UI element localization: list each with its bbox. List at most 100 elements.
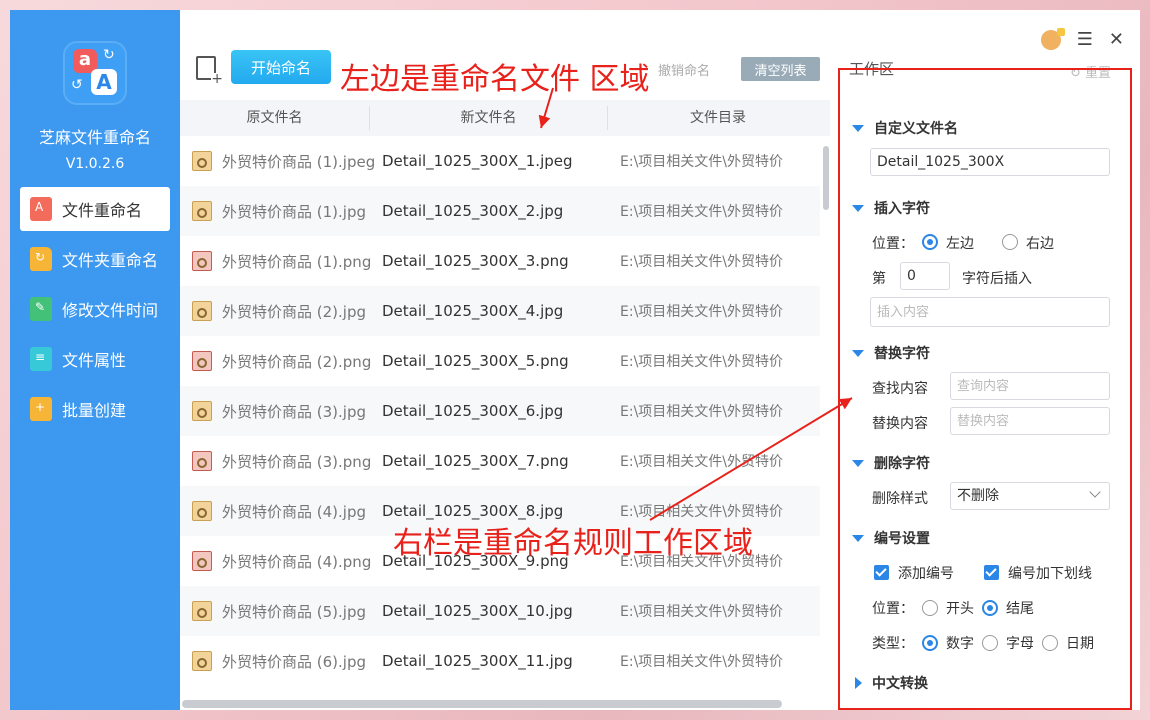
section-title: 自定义文件名 (874, 121, 958, 137)
undo-rename-button[interactable]: 撤销命名 (658, 60, 710, 79)
type-letter-radio[interactable] (982, 635, 998, 651)
section-replace[interactable]: 替换字符 (852, 343, 930, 363)
insert-content-input[interactable] (870, 297, 1110, 327)
file-directory: E:\项目相关文件\外贸特价 (620, 604, 783, 620)
number-end-radio[interactable] (982, 600, 998, 616)
sidebar-item-file-rename[interactable]: A 文件重命名 (20, 187, 170, 231)
sidebar-item-label: 文件重命名 (62, 201, 143, 220)
start-rename-button[interactable]: 开始命名 (231, 50, 331, 84)
app-name: 芝麻文件重命名 (38, 128, 151, 147)
file-list: 外贸特价商品 (1).jpeg Detail_1025_300X_1.jpeg E:… (180, 136, 820, 700)
jpg-file-icon (192, 501, 212, 521)
section-title: 中文转换 (872, 676, 928, 692)
app-version: V1.0.2.6 (65, 156, 125, 172)
new-filename: Detail_1025_300X_1.jpeg (382, 152, 573, 170)
replace-input[interactable] (950, 407, 1110, 435)
table-row[interactable]: 外贸特价商品 (6).jpg Detail_1025_300X_11.jpg E:\… (180, 636, 820, 686)
number-end-label: 结尾 (1006, 601, 1034, 617)
table-row[interactable]: 外贸特价商品 (2).png Detail_1025_300X_5.png E:\项… (180, 336, 820, 386)
table-row[interactable]: 外贸特价商品 (1).jpg Detail_1025_300X_2.jpg E:\项… (180, 186, 820, 236)
insert-position-input[interactable] (900, 262, 950, 290)
new-filename: Detail_1025_300X_5.png (382, 352, 569, 370)
original-filename: 外贸特价商品 (6).jpg (222, 652, 366, 671)
section-custom-name[interactable]: 自定义文件名 (852, 118, 958, 138)
table-row[interactable]: 外贸特价商品 (1).png Detail_1025_300X_3.png E:\项… (180, 236, 820, 286)
section-title: 替换字符 (874, 346, 930, 362)
section-title: 插入字符 (874, 201, 930, 217)
jpg-file-icon (192, 301, 212, 321)
delete-style-value: 不删除 (957, 488, 999, 504)
add-file-icon[interactable] (196, 56, 223, 85)
add-number-checkbox[interactable] (874, 565, 889, 580)
sidebar-item-file-time[interactable]: ✎ 修改文件时间 (20, 287, 170, 331)
file-time-icon: ✎ (30, 297, 52, 321)
new-filename: Detail_1025_300X_10.jpg (382, 602, 573, 620)
png-file-icon (192, 351, 212, 371)
section-title: 编号设置 (874, 531, 930, 547)
table-row[interactable]: 外贸特价商品 (5).jpg Detail_1025_300X_10.jpg E:\… (180, 586, 820, 636)
insert-nth-prefix: 第 (872, 271, 886, 287)
app-window: a ↻ A ↺ 芝麻文件重命名 V1.0.2.6 A 文件重命名 ↻ 文件夹重命名 … (10, 10, 1140, 710)
table-row[interactable]: 外贸特价商品 (3).png Detail_1025_300X_7.png E:\项… (180, 436, 820, 486)
jpg-file-icon (192, 401, 212, 421)
original-filename: 外贸特价商品 (4).jpg (222, 502, 366, 521)
expand-triangle-icon (852, 204, 864, 212)
annotation-right: 右栏是重命名规则工作区域 (393, 526, 753, 561)
find-label: 查找内容 (872, 381, 928, 397)
table-row[interactable]: 外贸特价商品 (1).jpeg Detail_1025_300X_1.jpeg E:… (180, 136, 820, 186)
section-chinese[interactable]: 中文转换 (852, 673, 928, 693)
original-filename: 外贸特价商品 (5).jpg (222, 602, 366, 621)
file-rename-icon: A (30, 197, 52, 221)
number-underline-checkbox[interactable] (984, 565, 999, 580)
close-icon[interactable]: ✕ (1109, 31, 1124, 49)
expand-triangle-icon (852, 124, 864, 132)
avatar[interactable] (1040, 28, 1065, 50)
original-filename: 外贸特价商品 (1).png (222, 252, 372, 271)
delete-style-select[interactable]: 不删除 (950, 482, 1110, 510)
table-row[interactable]: 外贸特价商品 (2).jpg Detail_1025_300X_4.jpg E:\项… (180, 286, 820, 336)
section-numbering[interactable]: 编号设置 (852, 528, 930, 548)
annotation-left: 左边是重命名文件 区域 (340, 62, 650, 97)
section-insert[interactable]: 插入字符 (852, 198, 930, 218)
scrollbar-thumb[interactable] (823, 146, 829, 210)
custom-name-input[interactable] (870, 148, 1110, 176)
delete-style-label: 删除样式 (872, 491, 928, 507)
new-filename: Detail_1025_300X_4.jpg (382, 302, 564, 320)
sidebar-item-file-attribute[interactable]: ≡ 文件属性 (20, 337, 170, 381)
new-filename: Detail_1025_300X_11.jpg (382, 652, 573, 670)
sidebar-item-label: 批量创建 (62, 401, 127, 420)
add-number-label: 添加编号 (898, 566, 954, 582)
sidebar: a ↻ A ↺ 芝麻文件重命名 V1.0.2.6 A 文件重命名 ↻ 文件夹重命名 … (10, 10, 180, 710)
new-filename: Detail_1025_300X_7.png (382, 452, 569, 470)
column-header-original: 原文件名 (180, 106, 370, 130)
insert-right-label: 右边 (1026, 236, 1054, 252)
section-delete[interactable]: 删除字符 (852, 453, 930, 473)
type-digit-label: 数字 (946, 636, 974, 652)
sidebar-item-label: 文件夹重命名 (62, 251, 159, 270)
original-filename: 外贸特价商品 (1).jpeg (222, 152, 376, 171)
horizontal-scrollbar[interactable] (182, 700, 782, 708)
type-date-radio[interactable] (1042, 635, 1058, 651)
file-directory: E:\项目相关文件\外贸特价 (620, 154, 783, 170)
insert-left-radio[interactable] (922, 234, 938, 250)
menu-icon[interactable]: ☰ (1077, 31, 1093, 49)
insert-right-radio[interactable] (1002, 234, 1018, 250)
chevron-down-icon (1089, 486, 1101, 498)
vertical-scrollbar[interactable] (822, 136, 830, 700)
rules-panel: 自定义文件名 插入字符 位置： 左边 右边 第 字符后插入 替换字符 查找内容 … (838, 68, 1132, 710)
table-row[interactable]: 外贸特价商品 (3).jpg Detail_1025_300X_6.jpg E:\项… (180, 386, 820, 436)
number-start-radio[interactable] (922, 600, 938, 616)
section-title: 删除字符 (874, 456, 930, 472)
type-digit-radio[interactable] (922, 635, 938, 651)
sidebar-item-batch-create[interactable]: + 批量创建 (20, 387, 170, 431)
png-file-icon (192, 451, 212, 471)
find-input[interactable] (950, 372, 1110, 400)
expand-triangle-icon (852, 349, 864, 357)
new-filename: Detail_1025_300X_6.jpg (382, 402, 564, 420)
jpg-file-icon (192, 151, 212, 171)
table-header: 原文件名 新文件名 文件目录 (180, 100, 830, 136)
clear-list-button[interactable]: 清空列表 (741, 57, 820, 81)
column-header-new: 新文件名 (370, 106, 608, 130)
sidebar-item-folder-rename[interactable]: ↻ 文件夹重命名 (20, 237, 170, 281)
collapse-triangle-icon (855, 677, 862, 689)
